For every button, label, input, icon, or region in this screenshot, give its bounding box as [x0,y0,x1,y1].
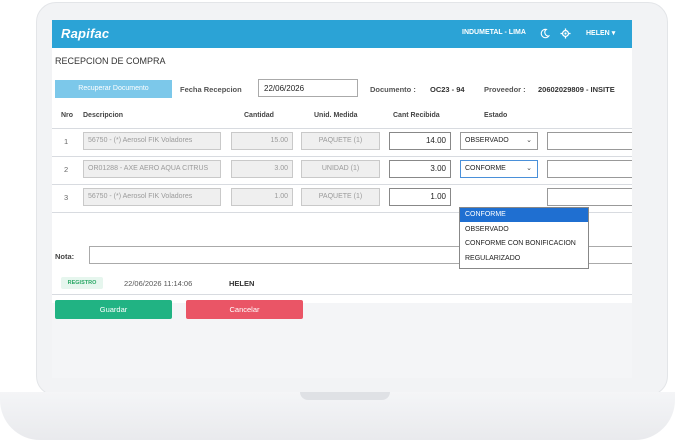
status-badge: REGISTRO [61,277,103,289]
row-number: 1 [64,137,69,146]
col-header-cantidad: Cantidad [244,112,274,119]
status-option-regularizado[interactable]: REGULARIZADO [460,252,588,266]
row-status-select[interactable]: OBSERVADO ⌄ [460,132,538,150]
row-description: 56750 - (*) Aerosol FIK Voladores [83,188,221,206]
laptop-notch [300,392,390,400]
record-user: HELEN [229,279,255,288]
row-extra-input[interactable] [547,160,632,178]
reception-date-input[interactable] [258,79,358,97]
app-logo[interactable]: Rapifac [61,26,109,41]
cancel-button[interactable]: Cancelar [186,300,303,319]
row-divider [52,156,632,157]
status-option-conforme[interactable]: CONFORME [460,208,588,222]
main-content: RECEPCION DE COMPRA Recuperar Documento … [52,48,632,319]
company-name[interactable]: INDUMETAL - LIMA [462,29,526,36]
row-unit: PAQUETE (1) [301,188,380,206]
status-option-conforme-bonificacion[interactable]: CONFORME CON BONIFICACION [460,237,588,251]
row-quantity: 1.00 [231,188,293,206]
document-label: Documento : [370,85,416,94]
col-header-descripcion: Descripcion [83,112,124,119]
chevron-down-icon: ⌄ [526,137,532,144]
page-title: RECEPCION DE COMPRA [55,56,166,66]
row-description: OR01288 - AXE AERO AQUA CITRUS [83,160,221,178]
row-unit: UNIDAD (1) [301,160,380,178]
row-status-select[interactable]: CONFORME ⌄ [460,160,538,178]
row-status-value: OBSERVADO [465,137,509,144]
row-quantity: 3.00 [231,160,293,178]
save-button[interactable]: Guardar [55,300,172,319]
chevron-down-icon: ▾ [611,30,616,37]
recover-document-button[interactable]: Recuperar Documento [55,80,172,98]
moon-icon[interactable] [539,28,550,39]
gear-icon[interactable] [560,28,571,39]
header-divider [52,128,632,129]
col-header-unidad: Unid. Medida [314,112,358,119]
row-received-qty-input[interactable]: 1.00 [389,188,451,206]
nota-label: Nota: [55,252,75,261]
row-number: 2 [64,165,69,174]
chevron-down-icon: ⌄ [526,165,532,172]
record-divider [52,294,632,295]
status-dropdown-menu: CONFORME OBSERVADO CONFORME CON BONIFICA… [459,207,589,269]
row-received-qty-input[interactable]: 3.00 [389,160,451,178]
status-option-observado[interactable]: OBSERVADO [460,223,588,237]
row-quantity: 15.00 [231,132,293,150]
row-number: 3 [64,193,69,202]
row-unit: PAQUETE (1) [301,132,380,150]
row-extra-input[interactable] [547,188,632,206]
col-header-cant-recibida: Cant Recibida [393,112,440,119]
record-datetime: 22/06/2026 11:14:06 [124,279,193,288]
col-header-nro: Nro [61,112,74,119]
col-header-estado: Estado [484,112,508,119]
document-value: OC23 - 94 [430,85,465,94]
row-received-qty-input[interactable]: 14.00 [389,132,451,150]
row-extra-input[interactable] [547,132,632,150]
top-bar: Rapifac INDUMETAL - LIMA HELEN ▾ [52,20,632,48]
user-name: HELEN [586,30,610,37]
row-status-value: CONFORME [465,165,506,172]
row-divider [52,184,632,185]
provider-label: Proveedor : [484,85,526,94]
app-screen: Rapifac INDUMETAL - LIMA HELEN ▾ RECEPCI… [52,20,632,378]
provider-value: 20602029809 - INSITE [538,85,615,94]
row-description: 56750 - (*) Aerosol FIK Voladores [83,132,221,150]
user-menu[interactable]: HELEN ▾ [586,29,615,37]
date-label: Fecha Recepcion [180,85,242,94]
